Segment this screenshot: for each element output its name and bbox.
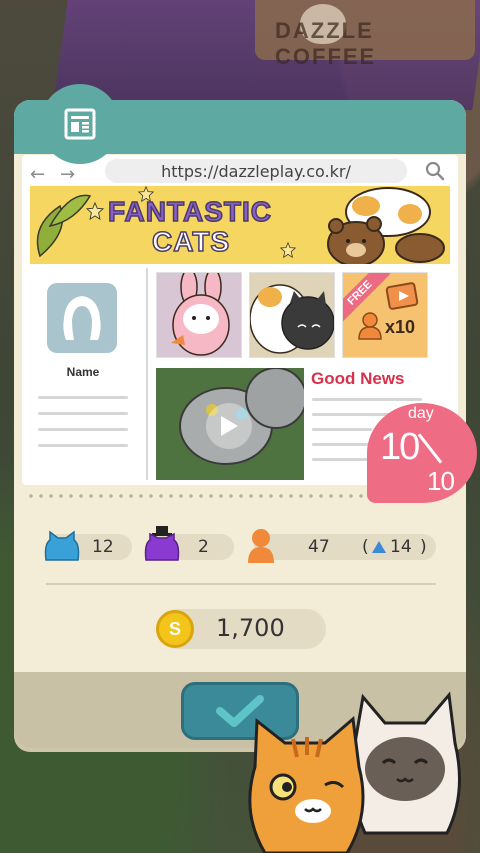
default-avatar-icon — [63, 296, 101, 340]
coin-amount: 1,700 — [216, 614, 285, 642]
text-placeholder-line — [312, 458, 372, 461]
day-current: 10 — [380, 426, 420, 468]
section-divider — [46, 583, 436, 585]
cafe-sign-text: DAZZLE COFFEE — [275, 18, 377, 69]
newspaper-icon — [64, 108, 96, 140]
video-ticket-icon — [385, 282, 419, 310]
day-total: 10 — [427, 466, 455, 496]
search-icon[interactable] — [425, 161, 445, 181]
purple-cat-hat-icon — [144, 526, 180, 561]
banner-title-line2: CATS — [151, 225, 231, 258]
blue-cat-icon — [44, 530, 80, 561]
profile-name-label: Name — [66, 365, 100, 379]
two-cats-illustration — [250, 284, 334, 354]
back-arrow-icon[interactable]: ← — [30, 164, 45, 185]
reward-multiplier: x10 — [385, 317, 416, 337]
blue-cat-count: 12 — [92, 537, 114, 557]
visitor-delta-open: ( — [362, 537, 369, 557]
text-placeholder-line — [312, 428, 372, 431]
text-placeholder-line — [38, 412, 128, 415]
newspaper-badge — [40, 84, 120, 164]
star-icon — [280, 242, 296, 258]
text-placeholder-line — [38, 396, 128, 399]
text-placeholder-line — [312, 398, 422, 401]
news-thumb-bunny-cat[interactable] — [156, 272, 242, 358]
visitor-delta: 14 — [390, 537, 412, 557]
forward-arrow-icon[interactable]: → — [60, 164, 75, 185]
text-placeholder-line — [312, 443, 372, 446]
news-headline: Good News — [311, 369, 405, 388]
bunny-costume-cat-illustration — [171, 273, 230, 356]
play-icon — [221, 416, 238, 436]
text-placeholder-line — [38, 444, 128, 447]
url-bar[interactable]: https://dazzleplay.co.kr/ — [105, 159, 407, 183]
column-divider — [146, 268, 148, 480]
mascot-cats-illustration — [248, 691, 461, 853]
purple-cat-count: 2 — [198, 537, 209, 557]
visitor-count: 47 — [308, 537, 330, 557]
fantastic-cats-banner[interactable]: FANTASTIC CATS — [30, 186, 450, 264]
text-placeholder-line — [38, 428, 128, 431]
news-thumb-free-reward[interactable]: FREE x10 — [342, 272, 428, 358]
leaf-decoration-icon — [36, 194, 92, 258]
visitor-person-icon — [248, 529, 274, 563]
increase-arrow-icon — [372, 541, 386, 553]
avatar[interactable] — [47, 283, 117, 353]
coin-icon: S — [156, 610, 194, 648]
banner-title-line1: FANTASTIC — [107, 195, 273, 228]
day-label: day — [408, 405, 434, 422]
play-button[interactable] — [206, 403, 252, 449]
visitor-delta-close: ) — [420, 537, 427, 557]
person-icon — [358, 312, 382, 340]
news-thumb-two-cats[interactable] — [249, 272, 335, 358]
star-icon — [86, 202, 104, 220]
cat-and-bear-illustration — [327, 187, 445, 264]
